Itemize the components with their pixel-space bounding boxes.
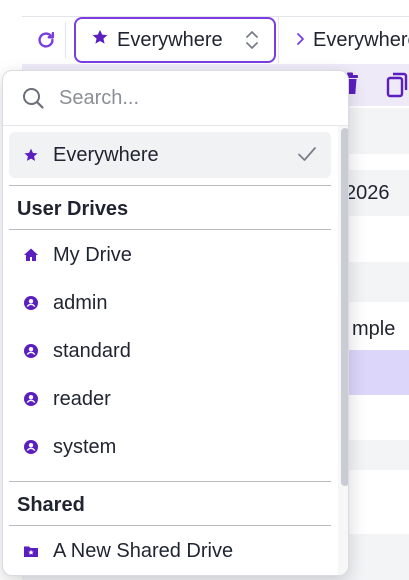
option-label: Everywhere bbox=[53, 143, 159, 166]
chevron-right-icon bbox=[295, 30, 305, 51]
user-circle-icon bbox=[23, 295, 43, 311]
option-label: standard bbox=[53, 339, 131, 362]
search-input[interactable] bbox=[57, 85, 297, 111]
option-label: My Drive bbox=[53, 243, 132, 266]
home-icon bbox=[23, 247, 43, 263]
dropdown-options: Everywhere User Drives My Drive admin st… bbox=[3, 126, 338, 575]
chevron-up-down-icon bbox=[244, 29, 260, 51]
scrollbar-thumb[interactable] bbox=[341, 128, 348, 486]
divider bbox=[9, 229, 331, 230]
star-icon bbox=[91, 28, 109, 52]
option-label: reader bbox=[53, 387, 111, 410]
option-label: admin bbox=[53, 291, 108, 314]
breadcrumb[interactable]: Everywhere bbox=[278, 17, 409, 63]
user-circle-icon bbox=[23, 439, 43, 455]
option-label: system bbox=[53, 435, 117, 458]
table-cell: mple bbox=[352, 318, 396, 340]
user-circle-icon bbox=[23, 391, 43, 407]
refresh-button[interactable] bbox=[26, 22, 66, 58]
option-admin[interactable]: admin bbox=[9, 280, 331, 326]
divider bbox=[9, 185, 331, 186]
divider bbox=[9, 481, 331, 482]
dropdown-scrollbar[interactable] bbox=[338, 126, 348, 575]
group-header-shared: Shared bbox=[17, 494, 85, 516]
search-icon bbox=[23, 88, 44, 109]
option-system[interactable]: system bbox=[9, 424, 331, 470]
scope-select[interactable]: Everywhere bbox=[74, 17, 276, 63]
option-label: A New Shared Drive bbox=[53, 539, 234, 562]
refresh-icon bbox=[37, 31, 54, 48]
divider bbox=[9, 525, 331, 526]
scope-dropdown: Everywhere User Drives My Drive bbox=[2, 70, 349, 576]
group-header-user-drives: User Drives bbox=[17, 198, 129, 220]
option-my-drive[interactable]: My Drive bbox=[9, 232, 331, 278]
option-everywhere[interactable]: Everywhere bbox=[9, 132, 331, 178]
option-standard[interactable]: standard bbox=[9, 328, 331, 374]
star-icon bbox=[23, 147, 43, 163]
option-a-new-shared-drive[interactable]: A New Shared Drive bbox=[9, 528, 331, 574]
copy-icon[interactable] bbox=[386, 72, 409, 103]
shared-folder-icon bbox=[23, 543, 43, 559]
option-reader[interactable]: reader bbox=[9, 376, 331, 422]
table-cell: 2026 bbox=[345, 182, 390, 204]
user-circle-icon bbox=[23, 343, 43, 359]
breadcrumb-label: Everywhere bbox=[313, 28, 409, 51]
dropdown-search bbox=[3, 71, 348, 126]
check-icon bbox=[297, 145, 317, 163]
scope-select-value: Everywhere bbox=[117, 28, 223, 51]
